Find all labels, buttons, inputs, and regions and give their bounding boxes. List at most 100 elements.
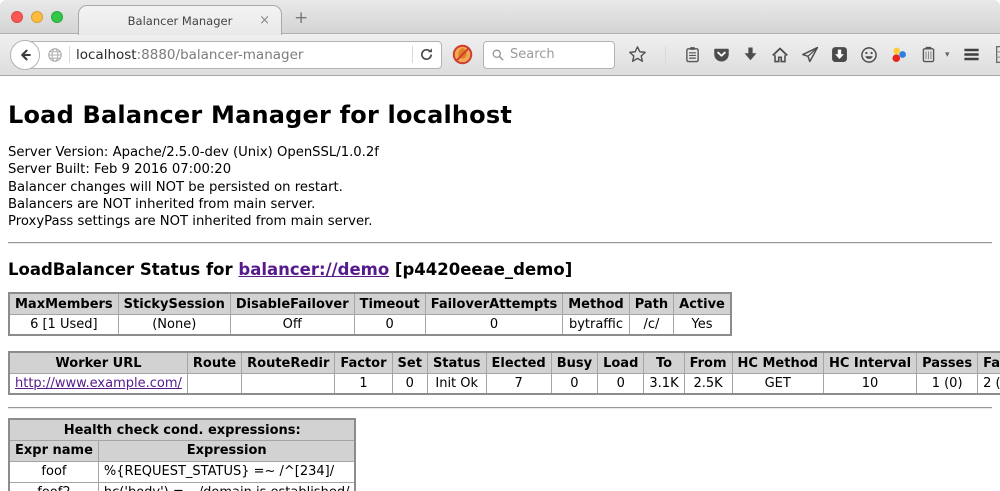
grid-icon[interactable] [995, 45, 1000, 64]
home-icon[interactable] [771, 46, 789, 64]
cell-expression: hc('body') =~ /domain is established/ [98, 482, 355, 491]
col-to: To [644, 352, 684, 373]
cell-hc-method: GET [732, 373, 823, 394]
col-timeout: Timeout [354, 293, 425, 314]
col-fails: Fails [978, 352, 1000, 373]
minimize-window-button[interactable] [31, 11, 43, 23]
search-input[interactable] [510, 47, 607, 62]
tab-title: Balancer Manager [128, 14, 233, 28]
download-icon[interactable] [742, 46, 759, 63]
cell-expr-name: foof [9, 461, 98, 482]
notice-line: ProxyPass settings are NOT inherited fro… [8, 213, 992, 230]
col-hc-method: HC Method [732, 352, 823, 373]
cell-maxmembers: 6 [1 Used] [9, 314, 118, 335]
col-maxmembers: MaxMembers [9, 293, 118, 314]
server-built-line: Server Built: Feb 9 2016 07:00:20 [8, 161, 992, 178]
health-check-table: Health check cond. expressions: Expr nam… [8, 418, 356, 491]
worker-table: Worker URL Route RouteRedir Factor Set S… [8, 351, 1000, 395]
col-hc-interval: HC Interval [823, 352, 916, 373]
table-header-row: MaxMembers StickySession DisableFailover… [9, 293, 731, 314]
url-path: :8880/balancer-manager [137, 47, 304, 63]
page-title: Load Balancer Manager for localhost [8, 101, 992, 129]
clipboard-icon[interactable] [684, 46, 701, 63]
tab-balancer-manager[interactable]: Balancer Manager × [78, 5, 282, 35]
balancer-status-heading: LoadBalancer Status for balancer://demo … [8, 260, 992, 279]
video-download-icon[interactable] [831, 46, 848, 63]
colored-dots-icon[interactable] [890, 46, 908, 64]
cell-timeout: 0 [354, 314, 425, 335]
cell-worker-url: http://www.example.com/ [9, 373, 187, 394]
cell-load: 0 [598, 373, 644, 394]
col-load: Load [598, 352, 644, 373]
page-content: Load Balancer Manager for localhost Serv… [0, 101, 1000, 491]
url-bar[interactable]: localhost:8880/balancer-manager [24, 41, 442, 69]
smiley-icon[interactable] [860, 46, 878, 64]
col-elected: Elected [486, 352, 551, 373]
col-factor: Factor [335, 352, 392, 373]
url-text[interactable]: localhost:8880/balancer-manager [76, 47, 406, 63]
close-window-button[interactable] [11, 11, 23, 23]
table-row: 6 [1 Used] (None) Off 0 0 bytraffic /c/ … [9, 314, 731, 335]
cell-status: Init Ok [427, 373, 486, 394]
search-bar[interactable] [483, 41, 615, 69]
table-row: foof2 hc('body') =~ /domain is establish… [9, 482, 355, 491]
col-passes: Passes [917, 352, 978, 373]
table-header-row: Expr name Expression [9, 440, 355, 461]
divider [8, 407, 992, 409]
col-worker-url: Worker URL [9, 352, 187, 373]
col-status: Status [427, 352, 486, 373]
cell-passes: 1 (0) [917, 373, 978, 394]
col-busy: Busy [551, 352, 597, 373]
toolbar-divider [665, 46, 666, 63]
cell-set: 0 [392, 373, 427, 394]
bookmark-star-icon[interactable] [628, 45, 647, 64]
pocket-icon[interactable] [713, 46, 730, 63]
chevron-down-icon[interactable]: ▾ [945, 50, 950, 60]
urlbar-divider [412, 46, 413, 63]
table-row: foof %{REQUEST_STATUS} =~ /^[234]/ [9, 461, 355, 482]
server-version-line: Server Version: Apache/2.5.0-dev (Unix) … [8, 144, 992, 161]
table-header-row: Worker URL Route RouteRedir Factor Set S… [9, 352, 1000, 373]
balancer-demo-link[interactable]: balancer://demo [238, 260, 389, 279]
cell-stickysession: (None) [118, 314, 230, 335]
cell-factor: 1 [335, 373, 392, 394]
col-route: Route [187, 352, 241, 373]
col-expr-name: Expr name [9, 440, 98, 461]
window-controls [11, 11, 63, 23]
col-failoverattempts: FailoverAttempts [425, 293, 563, 314]
new-tab-button[interactable]: + [294, 8, 308, 28]
titlebar: Balancer Manager × + [0, 0, 1000, 34]
health-table-title: Health check cond. expressions: [9, 419, 355, 440]
divider [8, 242, 992, 244]
cell-active: Yes [674, 314, 731, 335]
toolbar-buttons: ▾ [628, 45, 1000, 64]
col-path: Path [629, 293, 673, 314]
col-disablefailover: DisableFailover [230, 293, 354, 314]
menu-icon[interactable] [962, 45, 981, 64]
back-button[interactable] [10, 40, 40, 70]
toolbar-right-group [962, 45, 1000, 64]
send-icon[interactable] [801, 46, 819, 64]
search-icon [491, 48, 505, 62]
cell-expression: %{REQUEST_STATUS} =~ /^[234]/ [98, 461, 355, 482]
cell-routeredir [242, 373, 335, 394]
container-icon[interactable] [920, 46, 937, 63]
col-stickysession: StickySession [118, 293, 230, 314]
reload-icon[interactable] [419, 47, 434, 62]
plugin-blocked-icon[interactable] [452, 44, 473, 65]
cell-hc-interval: 10 [823, 373, 916, 394]
table-title-row: Health check cond. expressions: [9, 419, 355, 440]
cell-to: 3.1K [644, 373, 684, 394]
worker-url-link[interactable]: http://www.example.com/ [15, 376, 182, 391]
cell-fails: 2 (0) [978, 373, 1000, 394]
status-heading-suffix: [p4420eeae_demo] [389, 260, 572, 279]
tab-close-icon[interactable]: × [259, 13, 270, 28]
cell-failoverattempts: 0 [425, 314, 563, 335]
notice-line: Balancers are NOT inherited from main se… [8, 196, 992, 213]
zoom-window-button[interactable] [51, 11, 63, 23]
cell-disablefailover: Off [230, 314, 354, 335]
col-expression: Expression [98, 440, 355, 461]
col-routeredir: RouteRedir [242, 352, 335, 373]
cell-elected: 7 [486, 373, 551, 394]
cell-route [187, 373, 241, 394]
